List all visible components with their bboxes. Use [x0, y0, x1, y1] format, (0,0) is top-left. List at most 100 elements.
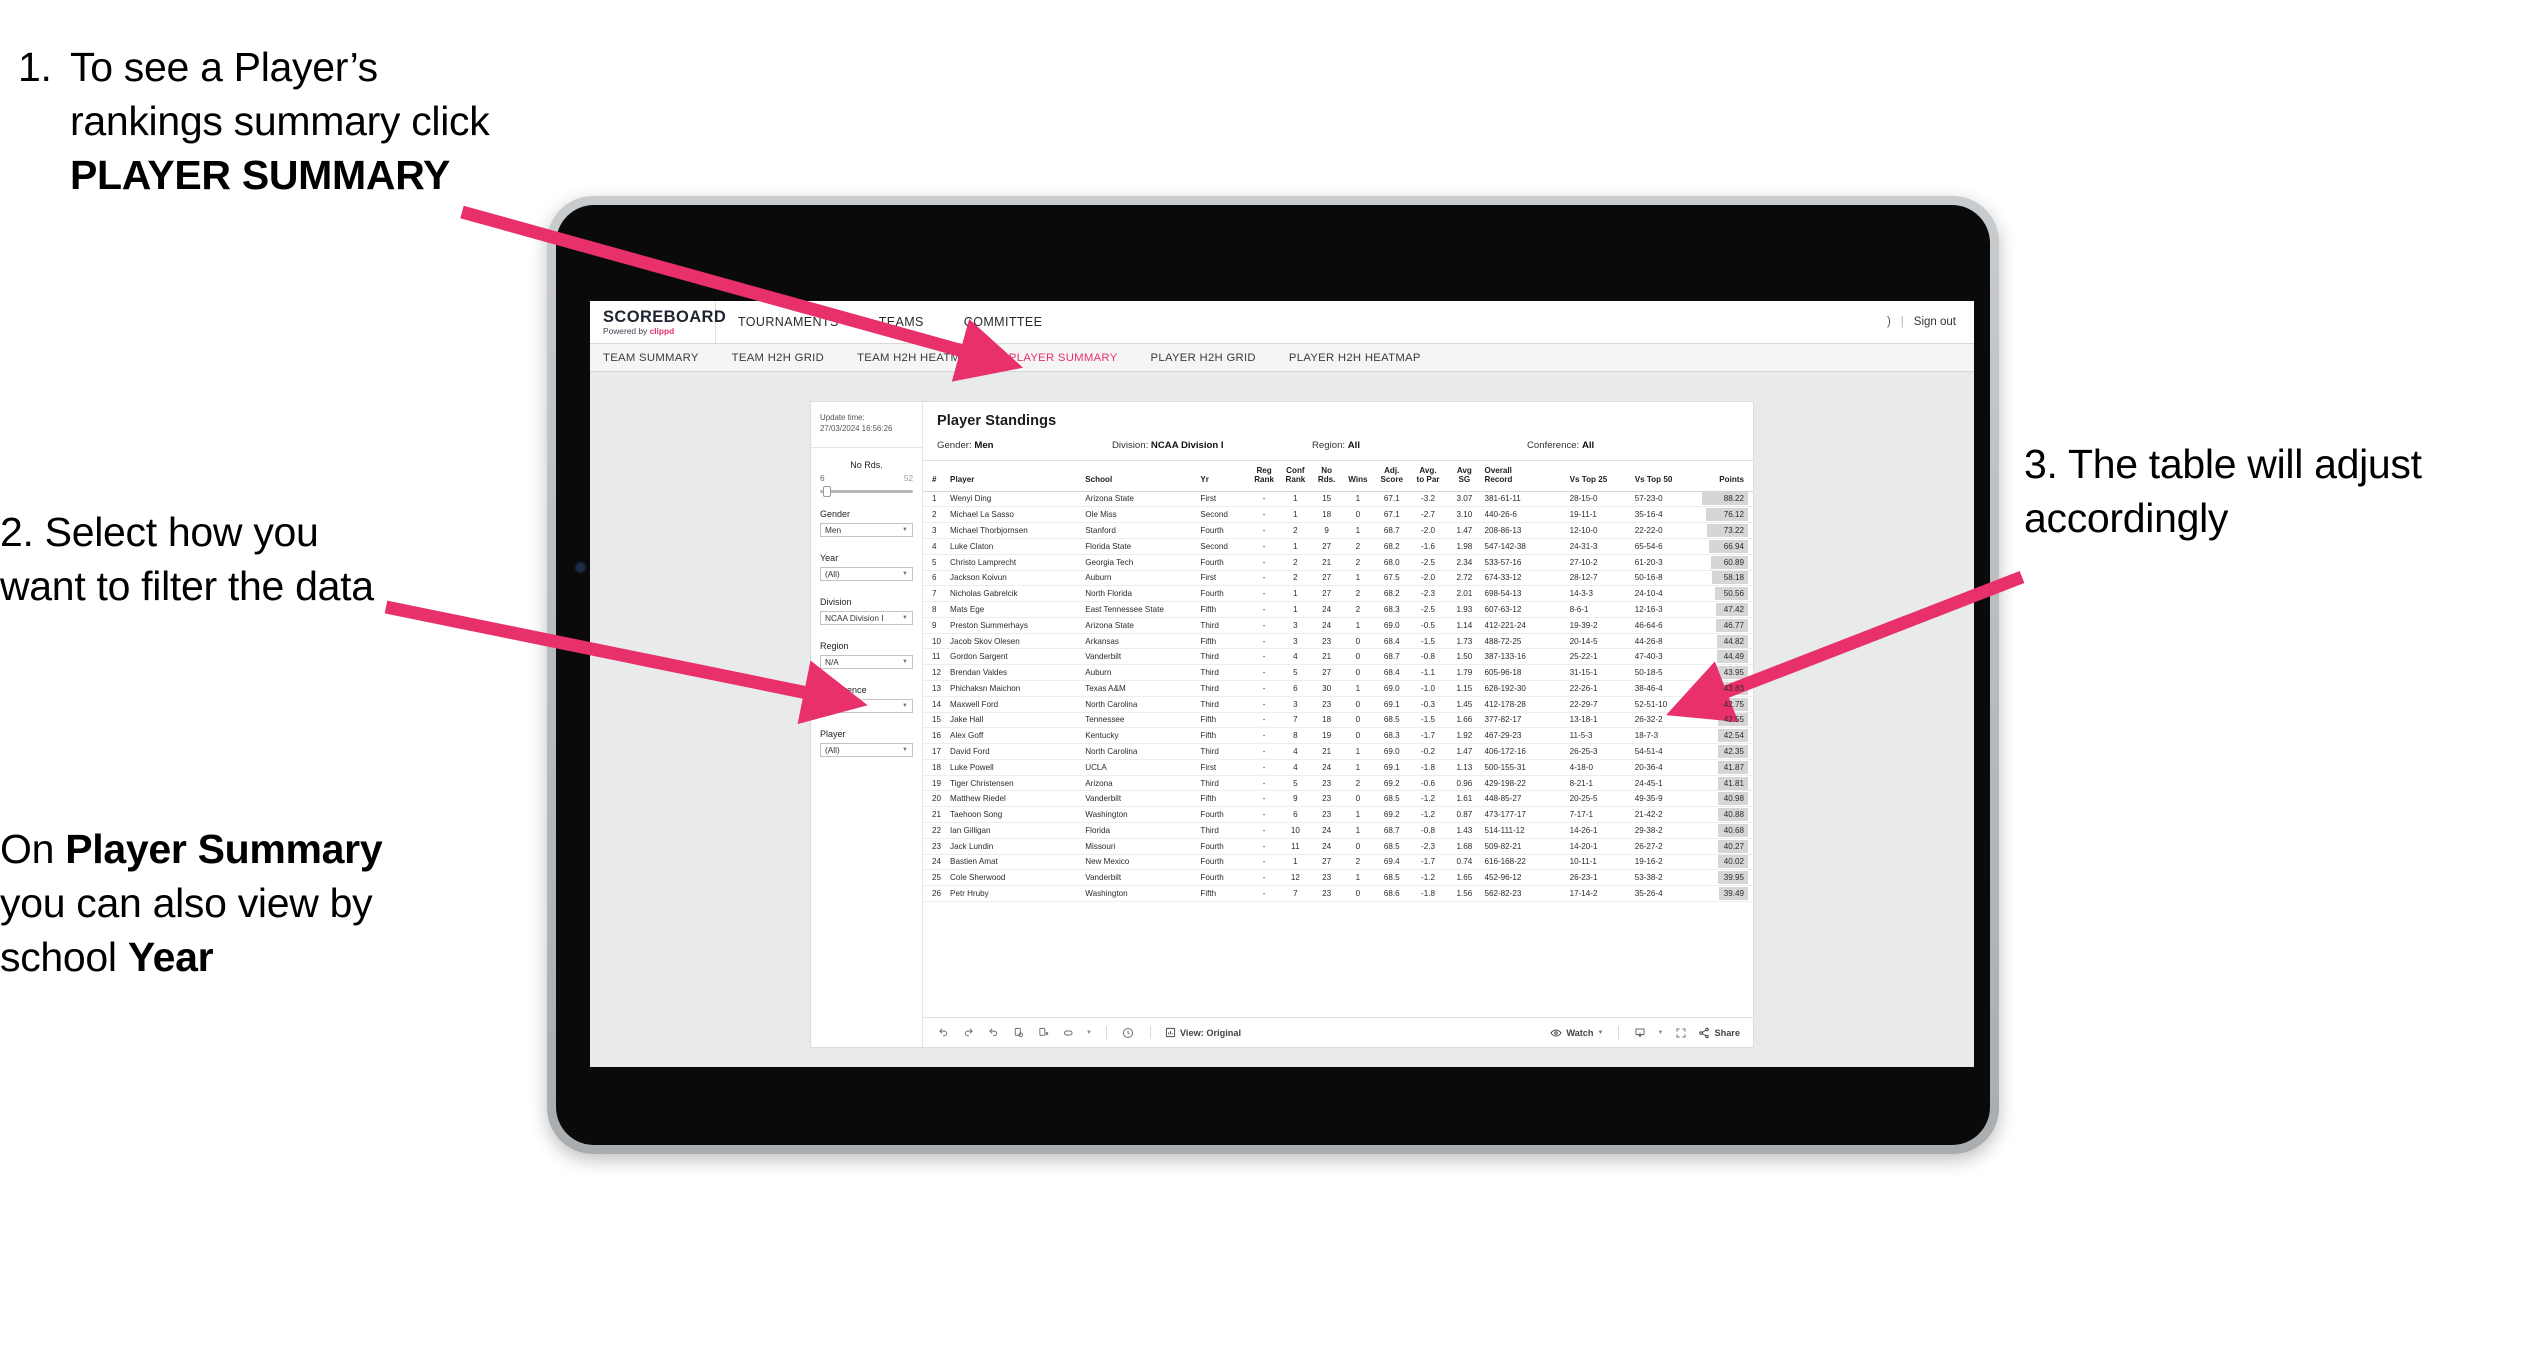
cell-rank: 20 [923, 790, 949, 808]
tab-player-h2h-heatmap[interactable]: PLAYER H2H HEATMAP [1289, 352, 1421, 364]
fullscreen-icon[interactable] [1673, 1025, 1688, 1040]
table-row[interactable]: 25 Cole Sherwood Vanderbilt Fourth -12 23 1 68.… [923, 869, 1753, 887]
main-nav-item-tournaments[interactable]: TOURNAMENTS [738, 315, 839, 329]
table-header: # Player School Yr Reg Rank Conf Rank No Rd… [923, 461, 1753, 492]
table-row[interactable]: 13 Phichaksn Maichon Texas A&M Third -6 30 1 69… [923, 680, 1753, 697]
col-vs-top-50[interactable]: Vs Top 50 [1632, 461, 1698, 492]
chevron-down-icon: ▼ [1597, 1029, 1604, 1036]
watch-button[interactable]: Watch ▼ [1550, 1027, 1604, 1039]
table-row[interactable]: 20 Matthew Riedel Vanderbilt Fifth -9 23 0 68.5… [923, 790, 1753, 808]
filter-player-select[interactable]: (All) ▼ [820, 742, 913, 757]
cell-conf: 4 [1279, 648, 1312, 666]
table-row[interactable]: 21 Taehoon Song Washington Fourth -6 23 1 69.2-… [923, 806, 1753, 823]
table-row[interactable]: 7 Nicholas Gabrelcik North Florida Fourth -1… [923, 585, 1753, 603]
table-row[interactable]: 16 Alex Goff Kentucky Fifth -8 19 0 68.3 -1.7 1.9… [923, 727, 1753, 745]
col-overall-record[interactable]: Overall Record [1482, 461, 1568, 492]
no-rounds-slider[interactable] [820, 485, 913, 497]
cell-record: 514-111-12 [1482, 822, 1568, 839]
col-points[interactable]: Points [1697, 461, 1753, 492]
account-menu-partial[interactable]: ) [1887, 316, 1891, 328]
view-original-button[interactable]: View: Original [1165, 1027, 1241, 1038]
table-row[interactable]: 17 David Ford North Carolina Third -4 21 1 69.0… [923, 743, 1753, 760]
cell-wins: 1 [1342, 570, 1374, 587]
cell-yr: Fourth [1198, 522, 1249, 539]
table-row[interactable]: 24 Bastien Amat New Mexico Fourth -1 27 2 69.4-… [923, 854, 1753, 871]
filter-player: Player (All) ▼ [820, 729, 913, 757]
col-player[interactable]: Player [948, 461, 1084, 492]
col-school[interactable]: School [1083, 461, 1199, 492]
table-row[interactable]: 10 Jacob Skov Olesen Arkansas Fifth -3 23 0 68.… [923, 633, 1753, 650]
points-cell: 41.87 [1717, 760, 1748, 774]
download-icon[interactable] [1633, 1025, 1648, 1040]
filter-conference: Conference (All) ▼ [820, 685, 913, 713]
redo-icon[interactable] [961, 1025, 976, 1040]
filter-region-select[interactable]: N/A ▼ [820, 654, 913, 669]
col-wins[interactable]: Wins [1342, 461, 1374, 492]
cell-yr: Fifth [1198, 712, 1249, 729]
table-row[interactable]: 8 Mats Ege East Tennessee State Fifth -1 24 2 6… [923, 601, 1753, 618]
share-button[interactable]: Share [1698, 1027, 1740, 1039]
filter-year-select[interactable]: (All) ▼ [820, 566, 913, 581]
col-adj-score[interactable]: Adj. Score [1373, 461, 1410, 492]
table-row[interactable]: 11 Gordon Sargent Vanderbilt Third -4 21 0 68.7… [923, 648, 1753, 666]
tab-team-h2h-grid[interactable]: TEAM H2H GRID [732, 352, 824, 364]
tab-team-h2h-heatmap[interactable]: TEAM H2H HEATMAP [857, 352, 976, 364]
col-yr[interactable]: Yr [1198, 461, 1249, 492]
cell-rds: 27 [1311, 664, 1343, 681]
cell-conf: 12 [1279, 869, 1312, 887]
col-no-rds[interactable]: No Rds. [1311, 461, 1343, 492]
table-row[interactable]: 15 Jake Hall Tennessee Fifth -7 18 0 68.5 -1.5 1.… [923, 712, 1753, 729]
table-row[interactable]: 22 Ian Gilligan Florida Third -10 24 1 68.7 -0.8… [923, 822, 1753, 839]
col-rank[interactable]: # [923, 461, 949, 492]
tab-player-h2h-grid[interactable]: PLAYER H2H GRID [1151, 352, 1256, 364]
chevron-down-icon[interactable]: ▼ [1086, 1030, 1092, 1036]
highlight-icon[interactable] [1061, 1025, 1076, 1040]
refresh-data-icon[interactable] [1011, 1025, 1026, 1040]
app-logo[interactable]: SCOREBOARD Powered by clippd [590, 301, 726, 343]
table-row[interactable]: 4 Luke Claton Florida State Second -1 27 2 68.2… [923, 538, 1753, 555]
filter-gender-select[interactable]: Men ▼ [820, 522, 913, 537]
main-nav-item-committee[interactable]: COMMITTEE [964, 315, 1043, 329]
col-avg-to-par[interactable]: Avg. to Par [1409, 461, 1447, 492]
cell-school: Arizona State [1083, 617, 1199, 634]
table-row[interactable]: 14 Maxwell Ford North Carolina Third -3 23 0 69… [923, 696, 1753, 713]
table-row[interactable]: 9 Preston Summerhays Arizona State Third -3 2… [923, 617, 1753, 634]
cell-school: New Mexico [1083, 854, 1199, 871]
col-no-rds-l2: Rds. [1317, 475, 1336, 485]
table-row[interactable]: 1 Wenyi Ding Arizona State First -1 15 1 67.1 -3… [923, 491, 1753, 508]
table-row[interactable]: 5 Christo Lamprecht Georgia Tech Fourth -2 21… [923, 554, 1753, 571]
filter-conference-select[interactable]: (All) ▼ [820, 698, 913, 713]
table-row[interactable]: 6 Jackson Koivun Auburn First -2 27 1 67.5 -2.0 2… [923, 570, 1753, 587]
col-avg-sg[interactable]: Avg SG [1446, 461, 1483, 492]
cell-conf: 8 [1279, 727, 1312, 745]
tab-player-summary[interactable]: PLAYER SUMMARY [1009, 352, 1118, 364]
table-row[interactable]: 2 Michael La Sasso Ole Miss Second -1 18 0 67.1… [923, 506, 1753, 524]
points-value: 43.83 [1723, 683, 1744, 693]
table-row[interactable]: 23 Jack Lundin Missouri Fourth -11 24 0 68.5 -2.… [923, 838, 1753, 855]
table-row[interactable]: 19 Tiger Christensen Arizona Third -5 23 2 69.2… [923, 775, 1753, 792]
pause-auto-update-icon[interactable] [1036, 1025, 1051, 1040]
cell-rank: 26 [923, 885, 949, 902]
chevron-down-icon[interactable]: ▼ [1658, 1030, 1664, 1036]
revert-icon[interactable] [986, 1025, 1001, 1040]
cell-t25: 20-25-5 [1567, 790, 1633, 808]
table-row[interactable]: 12 Brendan Valdes Auburn Third -5 27 0 68.4 -1.1… [923, 664, 1753, 681]
cell-wins: 2 [1342, 554, 1374, 571]
cell-points: 40.88 [1697, 806, 1753, 823]
slider-handle[interactable] [823, 485, 831, 497]
cell-t25: 19-11-1 [1567, 506, 1633, 524]
cell-wins: 0 [1342, 727, 1374, 745]
clock-history-icon[interactable] [1121, 1025, 1136, 1040]
col-vs-top-25[interactable]: Vs Top 25 [1567, 461, 1633, 492]
table-row[interactable]: 3 Michael Thorbjornsen Stanford Fourth -2 9 1 6… [923, 522, 1753, 539]
sign-out-link[interactable]: Sign out [1914, 316, 1956, 328]
tab-team-summary[interactable]: TEAM SUMMARY [603, 352, 699, 364]
table-row[interactable]: 26 Petr Hruby Washington Fifth -7 23 0 68.6 -1.8… [923, 885, 1753, 902]
undo-icon[interactable] [936, 1025, 951, 1040]
main-nav-item-teams[interactable]: TEAMS [879, 315, 924, 329]
standings-table-wrapper[interactable]: # Player School Yr Reg Rank Conf Rank No Rd… [923, 460, 1753, 1017]
table-row[interactable]: 18 Luke Powell UCLA First -4 24 1 69.1 -1.8 1.13 5… [923, 759, 1753, 776]
col-conf-rank[interactable]: Conf Rank [1279, 461, 1312, 492]
filter-division-select[interactable]: NCAA Division I ▼ [820, 610, 913, 625]
col-reg-rank[interactable]: Reg Rank [1248, 461, 1280, 492]
